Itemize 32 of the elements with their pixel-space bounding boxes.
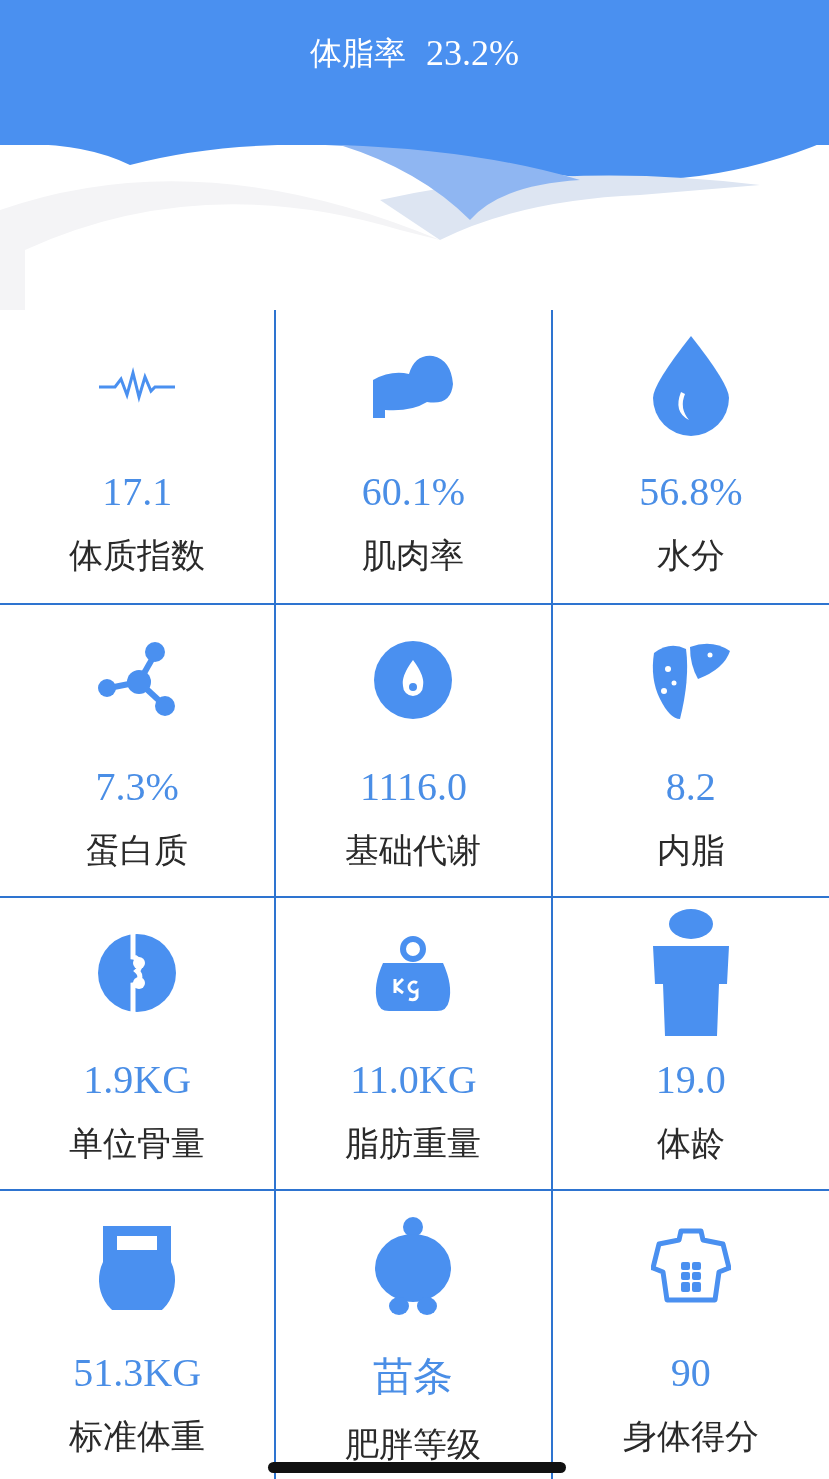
metric-value: 90 (670, 1349, 711, 1396)
metric-value: 1.9KG (83, 1056, 192, 1103)
metric-label: 身体得分 (622, 1415, 759, 1458)
metric-label: 内脂 (656, 829, 725, 872)
metric-value: 1116.0 (359, 763, 467, 810)
water-drop-icon (650, 334, 731, 436)
metric-label: 肌肉率 (362, 534, 465, 577)
flame-icon (373, 640, 454, 720)
metric-value: 8.2 (665, 763, 716, 810)
metric-value: 51.3KG (73, 1349, 202, 1396)
metric-value: 56.8% (639, 468, 743, 515)
metric-value: 19.0 (655, 1056, 726, 1103)
figure-icon (373, 1216, 454, 1316)
metric-label: 基础代谢 (345, 829, 482, 872)
metric-title: 体脂率 (310, 33, 406, 74)
person-icon (650, 908, 731, 1038)
metric-label: 单位骨量 (69, 1122, 206, 1165)
metric-label: 蛋白质 (86, 829, 189, 872)
metric-label: 体质指数 (69, 534, 206, 577)
metric-label: 标准体重 (69, 1415, 206, 1458)
metric-value: 7.3% (95, 763, 179, 810)
metric-value: 苗条 (373, 1353, 454, 1401)
torso-icon (650, 1228, 731, 1304)
metric-label: 体龄 (656, 1122, 725, 1165)
metric-label: 脂肪重量 (345, 1122, 482, 1165)
metric-label: 水分 (656, 534, 725, 577)
metric-value: 23.2% (426, 32, 519, 75)
metric-value: 60.1% (361, 468, 466, 515)
joint-icon (97, 933, 178, 1013)
metric-value: 17.1 (102, 468, 173, 515)
metric-label: 肥胖等级 (345, 1423, 482, 1466)
metric-value: 11.0KG (350, 1056, 477, 1103)
